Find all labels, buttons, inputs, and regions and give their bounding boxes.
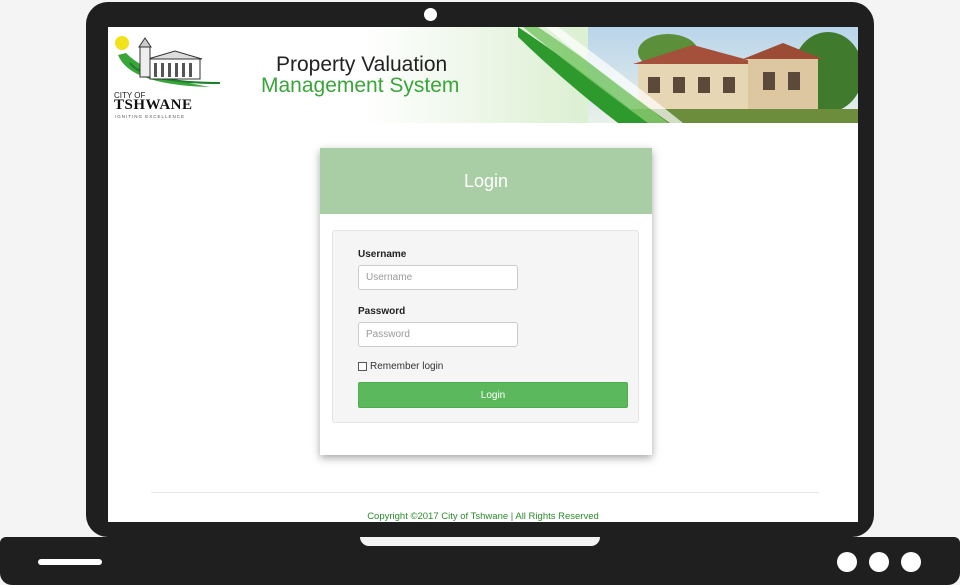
header-banner: CITY OF TSHWANE IGNITING EXCELLENCE Prop…: [108, 27, 858, 123]
login-card: Login Username Password Remember login L…: [320, 148, 652, 455]
dot-icon: [837, 552, 857, 572]
remember-login-label[interactable]: Remember login: [370, 361, 443, 372]
logo-name-text: TSHWANE: [114, 97, 193, 113]
dot-icon: [901, 552, 921, 572]
system-title-line2: Management System: [261, 74, 460, 97]
username-input[interactable]: [358, 265, 518, 290]
remember-login-checkbox[interactable]: [358, 362, 367, 371]
password-input[interactable]: [358, 322, 518, 347]
laptop-notch: [360, 537, 600, 546]
laptop-slot: [38, 559, 102, 565]
dot-icon: [869, 552, 889, 572]
city-hall-icon: [115, 36, 221, 87]
login-button[interactable]: Login: [358, 382, 628, 408]
login-card-header: Login: [320, 148, 652, 214]
house-banner-image: [518, 27, 858, 123]
screen: CITY OF TSHWANE IGNITING EXCELLENCE Prop…: [108, 27, 858, 522]
login-form: Username Password Remember login Login: [332, 230, 639, 423]
logo-tagline: IGNITING EXCELLENCE: [115, 114, 186, 119]
username-label: Username: [358, 249, 407, 260]
camera-icon: [424, 8, 437, 21]
remember-login-row[interactable]: Remember login: [358, 361, 443, 372]
footer-divider: [151, 492, 819, 493]
password-label: Password: [358, 306, 406, 317]
copyright-text: Copyright ©2017 City of Tshwane | All Ri…: [367, 511, 599, 522]
laptop-bezel: CITY OF TSHWANE IGNITING EXCELLENCE Prop…: [86, 2, 874, 537]
tshwane-logo: CITY OF TSHWANE IGNITING EXCELLENCE: [110, 33, 225, 119]
laptop-base: [0, 537, 960, 585]
login-title: Login: [463, 170, 509, 191]
